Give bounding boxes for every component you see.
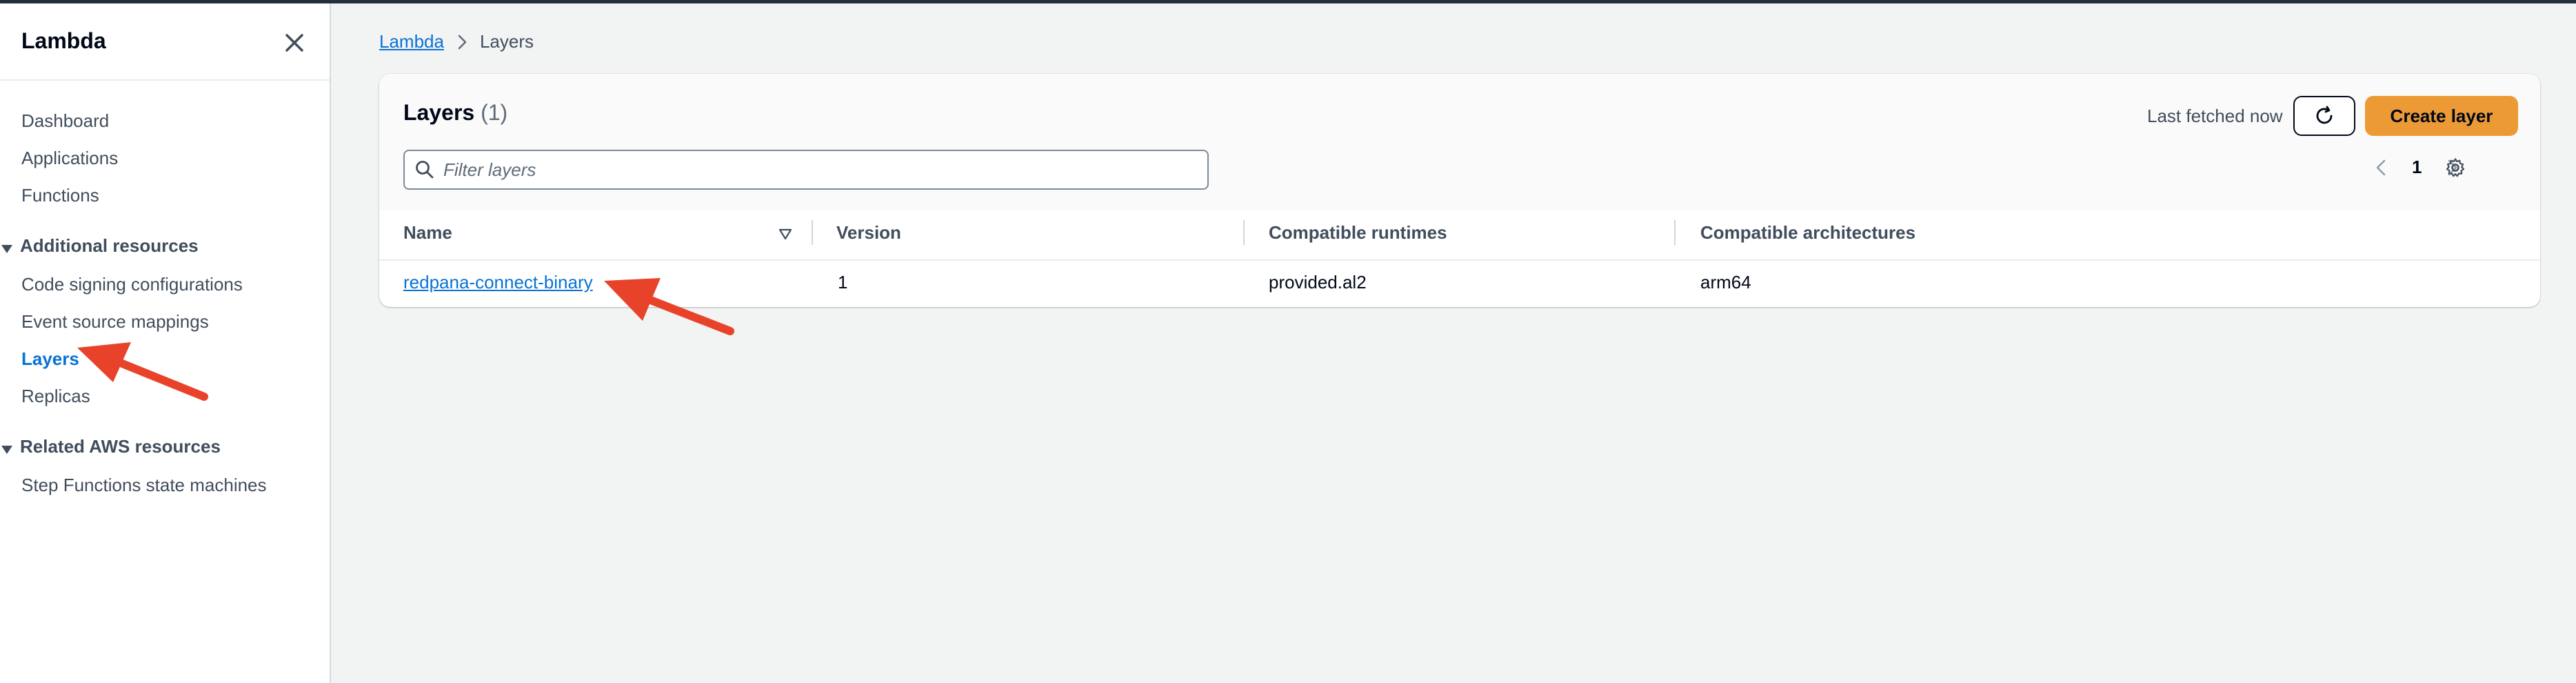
- column-divider[interactable]: [1243, 220, 1245, 245]
- filter-layers-input[interactable]: [443, 159, 1188, 181]
- section-label: Additional resources: [20, 235, 199, 256]
- section-related-aws-resources[interactable]: Related AWS resources: [0, 436, 221, 457]
- sidebar-item-step-functions[interactable]: Step Functions state machines: [21, 475, 267, 496]
- arrow-annotation: [77, 342, 208, 401]
- settings-icon[interactable]: [2445, 157, 2466, 178]
- sort-down-icon[interactable]: [777, 226, 794, 242]
- sidebar-item-event-source-mappings[interactable]: Event source mappings: [21, 311, 209, 333]
- layer-name-link[interactable]: redpana-connect-binary: [403, 272, 593, 293]
- page-title: Layers (1): [403, 100, 507, 126]
- top-bar: [0, 0, 2576, 3]
- column-divider[interactable]: [1674, 220, 1676, 245]
- layer-runtimes: provided.al2: [1269, 272, 1367, 293]
- chevron-left-icon[interactable]: [2372, 158, 2391, 177]
- section-additional-resources[interactable]: Additional resources: [0, 235, 199, 257]
- search-icon: [414, 159, 435, 180]
- filter-layers-field[interactable]: [403, 150, 1209, 190]
- sidebar-item-applications[interactable]: Applications: [21, 148, 118, 169]
- breadcrumb-current: Layers: [479, 31, 534, 52]
- last-fetched-text: Last fetched now: [2147, 106, 2283, 126]
- sidebar-item-dashboard[interactable]: Dashboard: [21, 110, 109, 132]
- title-text: Layers: [403, 100, 475, 125]
- page-number[interactable]: 1: [2412, 157, 2422, 178]
- sidebar-header: Lambda: [0, 3, 330, 81]
- column-header-architectures[interactable]: Compatible architectures: [1700, 222, 1915, 244]
- column-header-runtimes[interactable]: Compatible runtimes: [1269, 222, 1447, 244]
- layer-architectures: arm64: [1700, 272, 1751, 293]
- caret-down-icon: [0, 239, 14, 253]
- sidebar-item-code-signing[interactable]: Code signing configurations: [21, 274, 243, 295]
- caret-down-icon: [0, 440, 14, 454]
- item-count: (1): [481, 100, 508, 125]
- column-divider[interactable]: [812, 220, 813, 245]
- column-header-name[interactable]: Name: [403, 222, 452, 244]
- refresh-icon: [2313, 105, 2335, 127]
- breadcrumb-lambda-link[interactable]: Lambda: [379, 31, 444, 52]
- chevron-right-icon: [454, 34, 470, 50]
- layer-version: 1: [838, 272, 848, 293]
- sidebar-item-functions[interactable]: Functions: [21, 185, 99, 206]
- column-header-version[interactable]: Version: [836, 222, 901, 244]
- arrow-annotation: [604, 278, 734, 335]
- create-layer-button[interactable]: Create layer: [2365, 96, 2518, 136]
- close-icon[interactable]: [281, 30, 308, 56]
- sidebar-title: Lambda: [21, 28, 106, 53]
- breadcrumb: Lambda Layers: [379, 31, 534, 52]
- refresh-button[interactable]: [2293, 96, 2355, 136]
- section-label: Related AWS resources: [20, 436, 221, 457]
- panel-header: [379, 74, 2540, 210]
- header-row-divider: [379, 259, 2540, 261]
